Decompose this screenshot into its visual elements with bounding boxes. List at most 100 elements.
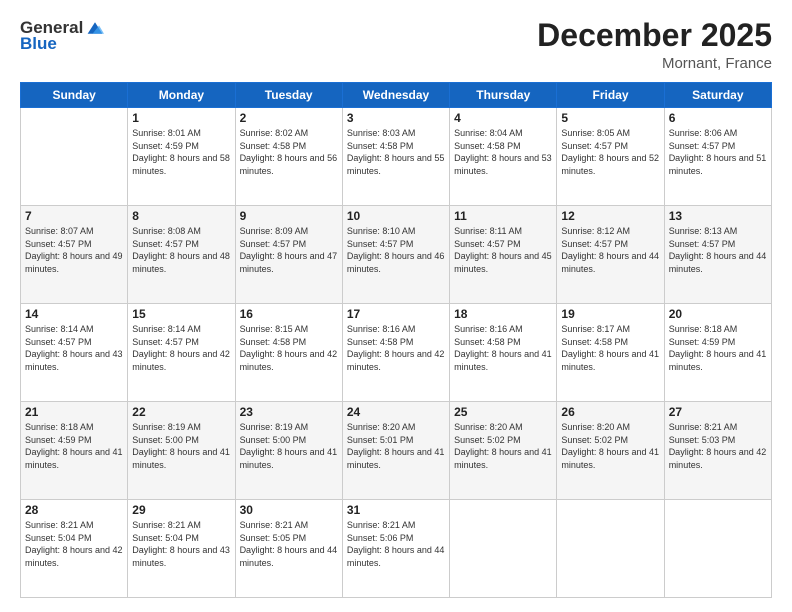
day-info: Sunrise: 8:21 AMSunset: 5:05 PMDaylight:… bbox=[240, 519, 338, 569]
calendar-cell bbox=[450, 500, 557, 598]
weekday-header-monday: Monday bbox=[128, 83, 235, 108]
day-info: Sunrise: 8:05 AMSunset: 4:57 PMDaylight:… bbox=[561, 127, 659, 177]
day-info: Sunrise: 8:12 AMSunset: 4:57 PMDaylight:… bbox=[561, 225, 659, 275]
week-row-3: 14 Sunrise: 8:14 AMSunset: 4:57 PMDayligh… bbox=[21, 304, 772, 402]
calendar-cell: 27Sunrise: 8:21 AMSunset: 5:03 PMDayligh… bbox=[664, 402, 771, 500]
day-info: Sunrise: 8:18 AMSunset: 4:59 PMDaylight:… bbox=[25, 421, 123, 471]
calendar-cell: 9Sunrise: 8:09 AMSunset: 4:57 PMDaylight… bbox=[235, 206, 342, 304]
calendar-cell: 26 Sunrise: 8:20 AMSunset: 5:02 PMDayligh… bbox=[557, 402, 664, 500]
calendar-cell: 14Sunrise: 8:14 AMSunset: 4:57 PMDayligh… bbox=[21, 304, 128, 402]
calendar-cell: 31 Sunrise: 8:21 AMSunset: 5:06 PMDayligh… bbox=[342, 500, 449, 598]
calendar-cell: 18Sunrise: 8:16 AMSunset: 4:58 PMDayligh… bbox=[450, 304, 557, 402]
calendar-cell: 4 Sunrise: 8:04 AMSunset: 4:58 PMDaylight… bbox=[450, 108, 557, 206]
day-number: 8 bbox=[132, 209, 230, 223]
day-info: Sunrise: 8:03 AMSunset: 4:58 PMDaylight:… bbox=[347, 127, 445, 177]
day-info: Sunrise: 8:18 AMSunset: 4:59 PMDaylight:… bbox=[669, 323, 767, 373]
weekday-header-thursday: Thursday bbox=[450, 83, 557, 108]
calendar-cell: 21 Sunrise: 8:18 AMSunset: 4:59 PMDayligh… bbox=[21, 402, 128, 500]
week-row-4: 21 Sunrise: 8:18 AMSunset: 4:59 PMDayligh… bbox=[21, 402, 772, 500]
logo-blue: Blue bbox=[20, 34, 57, 54]
logo-icon bbox=[86, 19, 104, 37]
day-number: 7 bbox=[25, 209, 123, 223]
day-number: 1 bbox=[132, 111, 230, 125]
day-info: Sunrise: 8:17 AMSunset: 4:58 PMDaylight:… bbox=[561, 323, 659, 373]
calendar-cell: 22 Sunrise: 8:19 AMSunset: 5:00 PMDayligh… bbox=[128, 402, 235, 500]
day-number: 24 bbox=[347, 405, 445, 419]
day-info: Sunrise: 8:21 AMSunset: 5:04 PMDaylight:… bbox=[25, 519, 123, 569]
day-info: Sunrise: 8:21 AMSunset: 5:04 PMDaylight:… bbox=[132, 519, 230, 569]
day-number: 28 bbox=[25, 503, 123, 517]
day-info: Sunrise: 8:20 AMSunset: 5:02 PMDaylight:… bbox=[454, 421, 552, 471]
day-number: 21 bbox=[25, 405, 123, 419]
day-number: 4 bbox=[454, 111, 552, 125]
day-number: 5 bbox=[561, 111, 659, 125]
day-number: 29 bbox=[132, 503, 230, 517]
day-info: Sunrise: 8:09 AMSunset: 4:57 PMDaylight:… bbox=[240, 225, 338, 275]
week-row-1: 1Sunrise: 8:01 AMSunset: 4:59 PMDaylight… bbox=[21, 108, 772, 206]
calendar-cell: 8Sunrise: 8:08 AMSunset: 4:57 PMDaylight… bbox=[128, 206, 235, 304]
calendar-cell: 30Sunrise: 8:21 AMSunset: 5:05 PMDayligh… bbox=[235, 500, 342, 598]
calendar-cell: 17Sunrise: 8:16 AMSunset: 4:58 PMDayligh… bbox=[342, 304, 449, 402]
weekday-header-sunday: Sunday bbox=[21, 83, 128, 108]
day-info: Sunrise: 8:07 AMSunset: 4:57 PMDaylight:… bbox=[25, 225, 123, 275]
calendar-cell: 28 Sunrise: 8:21 AMSunset: 5:04 PMDayligh… bbox=[21, 500, 128, 598]
day-number: 20 bbox=[669, 307, 767, 321]
calendar-cell: 19 Sunrise: 8:17 AMSunset: 4:58 PMDayligh… bbox=[557, 304, 664, 402]
day-info: Sunrise: 8:13 AMSunset: 4:57 PMDaylight:… bbox=[669, 225, 767, 275]
calendar-cell: 11Sunrise: 8:11 AMSunset: 4:57 PMDayligh… bbox=[450, 206, 557, 304]
day-info: Sunrise: 8:04 AMSunset: 4:58 PMDaylight:… bbox=[454, 127, 552, 177]
day-info: Sunrise: 8:02 AMSunset: 4:58 PMDaylight:… bbox=[240, 127, 338, 177]
month-title: December 2025 bbox=[537, 18, 772, 53]
calendar-cell: 15 Sunrise: 8:14 AMSunset: 4:57 PMDayligh… bbox=[128, 304, 235, 402]
page: General Blue December 2025 Mornant, Fran… bbox=[0, 0, 792, 612]
calendar-cell: 3 Sunrise: 8:03 AMSunset: 4:58 PMDaylight… bbox=[342, 108, 449, 206]
day-number: 26 bbox=[561, 405, 659, 419]
calendar-cell: 16 Sunrise: 8:15 AMSunset: 4:58 PMDayligh… bbox=[235, 304, 342, 402]
calendar-cell: 1Sunrise: 8:01 AMSunset: 4:59 PMDaylight… bbox=[128, 108, 235, 206]
day-number: 11 bbox=[454, 209, 552, 223]
week-row-2: 7 Sunrise: 8:07 AMSunset: 4:57 PMDaylight… bbox=[21, 206, 772, 304]
day-number: 10 bbox=[347, 209, 445, 223]
day-info: Sunrise: 8:19 AMSunset: 5:00 PMDaylight:… bbox=[240, 421, 338, 471]
weekday-header-friday: Friday bbox=[557, 83, 664, 108]
calendar-cell: 13 Sunrise: 8:13 AMSunset: 4:57 PMDayligh… bbox=[664, 206, 771, 304]
day-info: Sunrise: 8:20 AMSunset: 5:02 PMDaylight:… bbox=[561, 421, 659, 471]
weekday-header-wednesday: Wednesday bbox=[342, 83, 449, 108]
day-info: Sunrise: 8:16 AMSunset: 4:58 PMDaylight:… bbox=[347, 323, 445, 373]
day-number: 31 bbox=[347, 503, 445, 517]
calendar-cell: 5 Sunrise: 8:05 AMSunset: 4:57 PMDaylight… bbox=[557, 108, 664, 206]
weekday-header-tuesday: Tuesday bbox=[235, 83, 342, 108]
weekday-header-saturday: Saturday bbox=[664, 83, 771, 108]
logo: General Blue bbox=[20, 18, 104, 54]
calendar-cell: 24Sunrise: 8:20 AMSunset: 5:01 PMDayligh… bbox=[342, 402, 449, 500]
calendar-cell: 23Sunrise: 8:19 AMSunset: 5:00 PMDayligh… bbox=[235, 402, 342, 500]
calendar-cell: 2 Sunrise: 8:02 AMSunset: 4:58 PMDaylight… bbox=[235, 108, 342, 206]
day-info: Sunrise: 8:21 AMSunset: 5:06 PMDaylight:… bbox=[347, 519, 445, 569]
day-number: 19 bbox=[561, 307, 659, 321]
day-number: 16 bbox=[240, 307, 338, 321]
day-info: Sunrise: 8:19 AMSunset: 5:00 PMDaylight:… bbox=[132, 421, 230, 471]
day-number: 3 bbox=[347, 111, 445, 125]
calendar-cell: 12Sunrise: 8:12 AMSunset: 4:57 PMDayligh… bbox=[557, 206, 664, 304]
calendar-cell: 29 Sunrise: 8:21 AMSunset: 5:04 PMDayligh… bbox=[128, 500, 235, 598]
day-info: Sunrise: 8:15 AMSunset: 4:58 PMDaylight:… bbox=[240, 323, 338, 373]
day-number: 14 bbox=[25, 307, 123, 321]
day-number: 27 bbox=[669, 405, 767, 419]
calendar-cell: 10 Sunrise: 8:10 AMSunset: 4:57 PMDayligh… bbox=[342, 206, 449, 304]
calendar-cell: 25 Sunrise: 8:20 AMSunset: 5:02 PMDayligh… bbox=[450, 402, 557, 500]
day-number: 13 bbox=[669, 209, 767, 223]
week-row-5: 28 Sunrise: 8:21 AMSunset: 5:04 PMDayligh… bbox=[21, 500, 772, 598]
calendar-cell: 6Sunrise: 8:06 AMSunset: 4:57 PMDaylight… bbox=[664, 108, 771, 206]
day-number: 15 bbox=[132, 307, 230, 321]
title-area: December 2025 Mornant, France bbox=[537, 18, 772, 72]
calendar-cell bbox=[21, 108, 128, 206]
calendar-cell bbox=[664, 500, 771, 598]
day-number: 2 bbox=[240, 111, 338, 125]
day-number: 6 bbox=[669, 111, 767, 125]
day-info: Sunrise: 8:14 AMSunset: 4:57 PMDaylight:… bbox=[132, 323, 230, 373]
day-info: Sunrise: 8:16 AMSunset: 4:58 PMDaylight:… bbox=[454, 323, 552, 373]
day-number: 22 bbox=[132, 405, 230, 419]
header: General Blue December 2025 Mornant, Fran… bbox=[20, 18, 772, 72]
day-number: 25 bbox=[454, 405, 552, 419]
day-info: Sunrise: 8:10 AMSunset: 4:57 PMDaylight:… bbox=[347, 225, 445, 275]
